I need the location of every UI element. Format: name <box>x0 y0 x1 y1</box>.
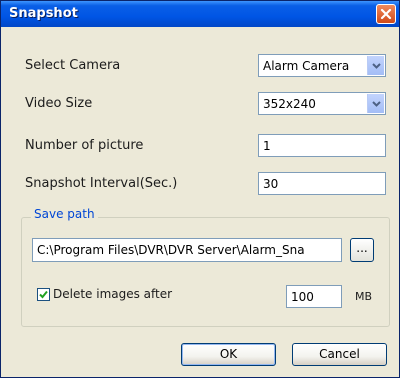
delete-images-label[interactable]: Delete images after <box>53 287 172 301</box>
select-camera-value: Alarm Camera <box>263 59 350 73</box>
checkmark-icon <box>39 290 48 299</box>
video-size-value: 352x240 <box>263 97 316 111</box>
save-path-group <box>21 217 390 327</box>
number-of-picture-input[interactable]: 1 <box>258 134 386 157</box>
close-icon <box>380 8 392 20</box>
number-of-picture-label: Number of picture <box>25 138 144 153</box>
select-camera-dropdown[interactable]: Alarm Camera <box>258 54 386 77</box>
cancel-button[interactable]: Cancel <box>292 343 387 366</box>
chevron-down-icon <box>372 63 381 69</box>
video-size-label: Video Size <box>25 96 93 111</box>
snapshot-dialog: Snapshot Select Camera Alarm Camera Vide… <box>0 0 400 378</box>
dialog-title: Snapshot <box>9 6 78 21</box>
save-path-group-title: Save path <box>31 207 98 221</box>
select-camera-label: Select Camera <box>25 58 121 73</box>
size-unit-label: MB <box>355 290 373 303</box>
delete-size-input[interactable]: 100 <box>286 285 342 308</box>
video-size-dropdown[interactable]: 352x240 <box>258 92 386 115</box>
browse-button[interactable]: ... <box>350 238 374 262</box>
snapshot-interval-input[interactable]: 30 <box>258 172 386 195</box>
chevron-down-icon <box>372 101 381 107</box>
save-path-input[interactable]: C:\Program Files\DVR\DVR Server\Alarm_Sn… <box>32 238 342 262</box>
delete-images-checkbox[interactable] <box>37 288 50 301</box>
ok-button[interactable]: OK <box>181 343 276 366</box>
close-button[interactable] <box>376 4 396 24</box>
video-size-dropdown-button[interactable] <box>367 94 384 113</box>
snapshot-interval-label: Snapshot Interval(Sec.) <box>25 176 178 191</box>
select-camera-dropdown-button[interactable] <box>367 56 384 75</box>
title-bar[interactable]: Snapshot <box>1 1 399 27</box>
